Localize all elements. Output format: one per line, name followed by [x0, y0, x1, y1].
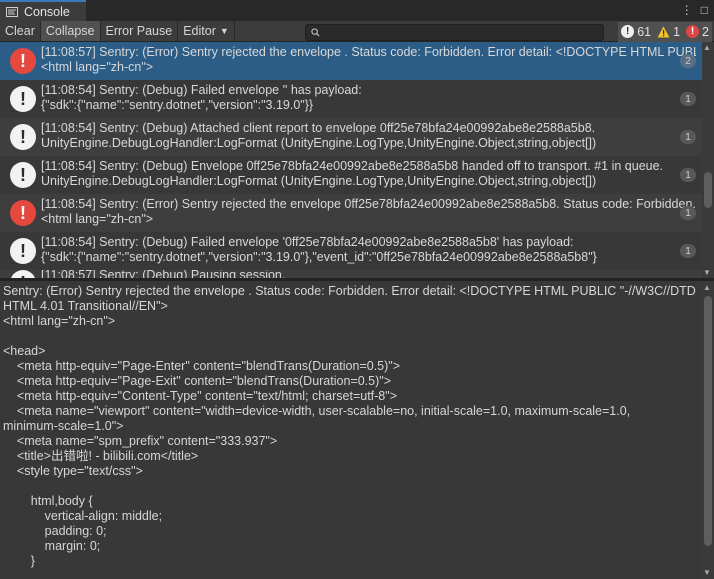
more-options-icon[interactable]: ⋮	[681, 3, 693, 17]
log-message: [11:08:54] Sentry: (Debug) Envelope 0ff2…	[41, 159, 664, 188]
log-message: [11:08:54] Sentry: (Debug) Failed envelo…	[41, 83, 362, 112]
detail-line: }	[3, 554, 35, 568]
collapse-button[interactable]: Collapse	[40, 21, 101, 41]
detail-scroll-thumb[interactable]	[704, 296, 712, 546]
collapse-count-badge: 1	[680, 168, 696, 182]
collapse-label: Collapse	[45, 24, 95, 38]
chevron-down-icon: ▼	[219, 26, 229, 36]
warning-icon	[657, 26, 670, 37]
error-icon: !	[10, 48, 36, 74]
log-list-scroll-thumb[interactable]	[704, 172, 712, 208]
editor-dropdown[interactable]: Editor ▼	[178, 21, 235, 41]
clear-button[interactable]: Clear	[0, 21, 41, 41]
scroll-down-icon[interactable]: ▼	[703, 268, 711, 277]
info-icon: !	[10, 124, 36, 150]
collapse-count-badge: 1	[680, 92, 696, 106]
detail-line: HTML 4.01 Transitional//EN">	[3, 299, 168, 313]
tab-console-label: Console	[24, 4, 70, 19]
info-icon: !	[621, 25, 635, 38]
log-entry[interactable]: ! [11:08:54] Sentry: (Error) Sentry reje…	[0, 194, 702, 232]
detail-line: <style type="text/css">	[3, 464, 143, 478]
log-count-toggles: ! 61 1 ! 2	[618, 21, 712, 42]
collapse-count-badge: 2	[680, 54, 696, 68]
scroll-up-icon[interactable]: ▲	[703, 283, 711, 292]
log-message: [11:08:57] Sentry: (Debug) Pausing sessi…	[41, 270, 286, 278]
detail-line: padding: 0;	[3, 524, 107, 538]
detail-line: <title>出错啦! - bilibili.com</title>	[3, 449, 199, 463]
collapse-count-badge: 1	[680, 206, 696, 220]
log-entry[interactable]: ! [11:08:54] Sentry: (Debug) Envelope 0f…	[0, 156, 702, 194]
warning-count: 1	[673, 24, 681, 39]
detail-line: <meta http-equiv="Page-Enter" content="b…	[3, 359, 401, 373]
detail-line: minimum-scale=1.0">	[3, 419, 124, 433]
collapse-count-badge: 1	[680, 244, 696, 258]
error-pause-button[interactable]: Error Pause	[101, 21, 179, 41]
log-list-scrollbar[interactable]	[702, 42, 714, 278]
error-icon: !	[686, 25, 700, 38]
error-count: 2	[702, 24, 709, 39]
search-input[interactable]	[324, 25, 598, 40]
warning-toggle[interactable]: 1	[654, 21, 684, 42]
info-icon: !	[10, 238, 36, 264]
detail-line: <meta http-equiv="Content-Type" content=…	[3, 389, 398, 403]
window-menu: ⋮ □	[681, 3, 708, 17]
detail-line: Sentry: (Error) Sentry rejected the enve…	[3, 284, 696, 298]
log-entry[interactable]: ! [11:08:54] Sentry: (Debug) Failed enve…	[0, 80, 702, 118]
detail-line: html,body {	[3, 494, 93, 508]
log-entry[interactable]: ! [11:08:54] Sentry: (Debug) Attached cl…	[0, 118, 702, 156]
info-count: 61	[637, 24, 652, 39]
info-icon: !	[10, 270, 36, 278]
title-bar: Console ⋮ □	[0, 0, 714, 21]
info-toggle[interactable]: ! 61	[618, 21, 655, 42]
error-toggle[interactable]: ! 2	[683, 21, 712, 42]
log-detail-pane: Sentry: (Error) Sentry rejected the enve…	[0, 281, 702, 579]
console-toolbar: Clear Collapse Error Pause Editor ▼ ! 61…	[0, 21, 714, 42]
collapse-count-badge: 1	[680, 130, 696, 144]
log-message: [11:08:57] Sentry: (Error) Sentry reject…	[41, 45, 696, 74]
search-box[interactable]	[305, 24, 604, 41]
log-message: [11:08:54] Sentry: (Debug) Attached clie…	[41, 121, 597, 150]
detail-line: <meta name="spm_prefix" content="333.937…	[3, 434, 278, 448]
detail-line: margin: 0;	[3, 539, 101, 553]
error-pause-label: Error Pause	[105, 24, 173, 38]
detail-line: <head>	[3, 344, 46, 358]
console-icon	[6, 6, 18, 17]
scroll-down-icon[interactable]: ▼	[703, 568, 711, 577]
log-list: ! [11:08:57] Sentry: (Error) Sentry reje…	[0, 42, 702, 278]
detail-line: <meta http-equiv="Page-Exit" content="bl…	[3, 374, 391, 388]
detail-line: <html lang="zh-cn">	[3, 314, 116, 328]
detail-line: vertical-align: middle;	[3, 509, 163, 523]
detail-line: <meta name="viewport" content="width=dev…	[3, 404, 631, 418]
log-message: [11:08:54] Sentry: (Error) Sentry reject…	[41, 197, 696, 226]
tab-console[interactable]: Console	[0, 0, 86, 21]
scroll-up-icon[interactable]: ▲	[703, 43, 711, 52]
info-icon: !	[10, 162, 36, 188]
log-message: [11:08:54] Sentry: (Debug) Failed envelo…	[41, 235, 597, 264]
maximize-icon[interactable]: □	[701, 3, 708, 17]
editor-label: Editor	[183, 24, 216, 38]
error-icon: !	[10, 200, 36, 226]
clear-label: Clear	[5, 24, 35, 38]
log-entry[interactable]: ! [11:08:54] Sentry: (Debug) Failed enve…	[0, 232, 702, 270]
search-icon	[311, 28, 320, 37]
info-icon: !	[10, 86, 36, 112]
log-entry[interactable]: ! [11:08:57] Sentry: (Debug) Pausing ses…	[0, 270, 702, 278]
log-entry[interactable]: ! [11:08:57] Sentry: (Error) Sentry reje…	[0, 42, 702, 80]
